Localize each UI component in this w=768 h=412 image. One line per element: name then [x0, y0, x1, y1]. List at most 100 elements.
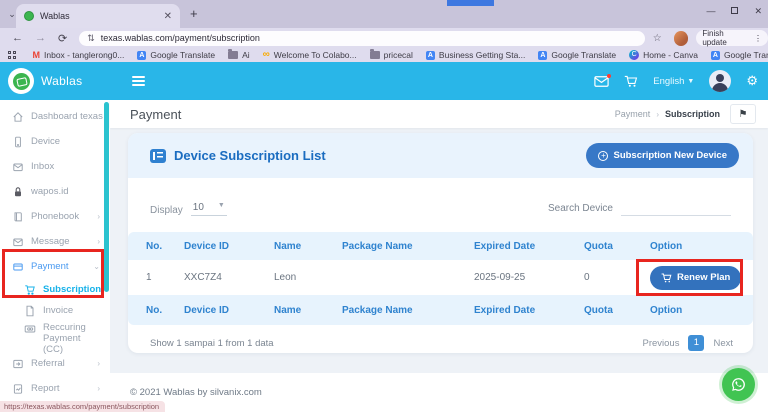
app-header: Wablas English▼ ⚙ — [0, 62, 768, 100]
mobile-icon — [12, 136, 24, 148]
translate-icon: A — [137, 51, 146, 60]
finish-update-label: Finish update — [702, 29, 749, 47]
main-content: Payment Payment › Subscription ⚑ Device … — [110, 100, 768, 412]
search-label: Search Device — [548, 203, 613, 216]
report-icon — [12, 383, 24, 395]
wablas-logo-icon — [8, 68, 34, 94]
chevron-right-icon: › — [97, 212, 100, 221]
annotation-box-renew-button — [636, 259, 743, 296]
envelope-icon — [12, 236, 24, 248]
lock-icon — [12, 186, 24, 198]
header-actions: English▼ ⚙ — [594, 70, 768, 92]
translate-icon: A — [538, 51, 547, 60]
breadcrumb-payment[interactable]: Payment — [615, 109, 651, 119]
gear-icon[interactable]: ⚙ — [746, 73, 758, 89]
display-label: Display — [150, 205, 183, 216]
reload-icon[interactable]: ⟳ — [58, 32, 67, 45]
subscription-new-device-button[interactable]: + Subscription New Device — [586, 143, 739, 168]
brand[interactable]: Wablas — [0, 68, 110, 94]
table-footer-row: No. Device ID Name Package Name Expired … — [128, 295, 753, 325]
browser-profile-avatar[interactable] — [674, 31, 689, 46]
sidebar-item-invoice[interactable]: Invoice — [0, 300, 110, 321]
chevron-down-icon: ▼ — [218, 202, 225, 213]
pagination: Previous 1 Next — [642, 335, 733, 351]
chevron-right-icon: › — [97, 359, 100, 368]
list-icon — [150, 149, 166, 163]
folder-icon — [228, 51, 238, 59]
referral-icon — [12, 358, 24, 370]
status-bar: https://texas.wablas.com/payment/subscri… — [0, 401, 165, 412]
sidebar-item-report[interactable]: Report › — [0, 376, 110, 401]
wablas-favicon-icon — [24, 11, 34, 21]
site-info-icon[interactable]: ⇅ — [87, 33, 95, 44]
breadcrumb-separator: › — [656, 110, 659, 119]
apps-grid-icon[interactable] — [8, 51, 16, 59]
envelope-icon — [12, 161, 24, 173]
screen: ⌄ Wablas ✕ + — ✕ ← → ⟳ ⇅ texas.wablas.co… — [0, 0, 768, 412]
bookmark-item[interactable]: AGoogle Translate — [538, 50, 616, 60]
bookmark-star-icon[interactable]: ☆ — [653, 33, 662, 44]
card-title: Device Subscription List — [174, 148, 326, 163]
url-text: texas.wablas.com/payment/subscription — [101, 33, 260, 43]
display-select[interactable]: 10 ▼ — [191, 202, 227, 216]
pagination-previous[interactable]: Previous — [642, 338, 679, 349]
window-controls: — ✕ — [706, 2, 762, 20]
sidebar-item-inbox[interactable]: Inbox — [0, 154, 110, 179]
sidebar-toggle-icon[interactable] — [132, 76, 145, 86]
new-tab-button[interactable]: + — [190, 6, 198, 21]
card-header: Device Subscription List + Subscription … — [128, 133, 753, 178]
cart-icon[interactable] — [624, 75, 638, 88]
sidebar-item-reccuring-payment[interactable]: Reccuring Payment (CC) — [0, 321, 110, 351]
browser-toolbar: ← → ⟳ ⇅ texas.wablas.com/payment/subscri… — [0, 28, 768, 48]
user-avatar[interactable] — [709, 70, 731, 92]
bookmark-item[interactable]: pricecal — [370, 50, 413, 60]
table-summary: Show 1 sampai 1 from 1 data — [150, 338, 274, 349]
canva-icon: C — [629, 50, 639, 60]
browser-tab[interactable]: Wablas ✕ — [16, 4, 180, 28]
sidebar-item-dashboard[interactable]: Dashboard texas — [0, 104, 110, 129]
colab-icon: ∞ — [263, 50, 270, 60]
sidebar-item-device[interactable]: Device — [0, 129, 110, 154]
subscription-card: Device Subscription List + Subscription … — [128, 133, 753, 353]
close-button[interactable]: ✕ — [754, 6, 762, 17]
browser-menu-icon[interactable]: ⋮ — [754, 34, 762, 43]
bookmark-item[interactable]: CHome - Canva — [629, 50, 698, 60]
bookmark-item[interactable]: AGoogle Translate — [711, 50, 768, 60]
translate-icon: A — [426, 51, 435, 60]
pagination-page-1[interactable]: 1 — [688, 335, 704, 351]
footer-text: © 2021 Wablas by silvanix.com — [130, 387, 262, 398]
sidebar-scrollbar[interactable] — [104, 102, 109, 292]
credit-card-icon — [24, 323, 36, 335]
forward-icon[interactable]: → — [35, 32, 46, 44]
status-url: https://texas.wablas.com/payment/subscri… — [4, 402, 159, 411]
gmail-icon: M — [33, 51, 41, 60]
bookmarks-bar: MInbox - tanglerong0... AGoogle Translat… — [0, 48, 768, 62]
sidebar-item-wapos[interactable]: wapos.id — [0, 179, 110, 204]
flag-button[interactable]: ⚑ — [730, 104, 756, 124]
minimize-button[interactable]: — — [706, 6, 715, 16]
address-bar[interactable]: ⇅ texas.wablas.com/payment/subscription — [79, 31, 644, 46]
maximize-button[interactable] — [731, 6, 738, 16]
annotation-box-payment-menu — [2, 249, 104, 298]
device-id-cell: XXC7Z4 — [184, 272, 274, 283]
bookmark-item[interactable]: ∞Welcome To Colabo... — [263, 50, 357, 60]
bookmark-item[interactable]: ABusiness Getting Sta... — [426, 50, 525, 60]
bookmark-item[interactable]: MInbox - tanglerong0... — [33, 50, 125, 60]
pagination-next[interactable]: Next — [713, 338, 733, 349]
page-topbar: Payment Payment › Subscription ⚑ — [110, 100, 768, 128]
whatsapp-icon — [730, 376, 747, 393]
sidebar-item-phonebook[interactable]: Phonebook › — [0, 204, 110, 229]
mail-icon[interactable] — [594, 76, 609, 87]
back-icon[interactable]: ← — [12, 32, 23, 44]
breadcrumb: Payment › Subscription — [615, 109, 720, 119]
chevron-down-icon: ▼ — [687, 78, 694, 85]
tab-close-icon[interactable]: ✕ — [164, 11, 172, 22]
browser-tab-strip: ⌄ Wablas ✕ + — ✕ — [0, 0, 768, 28]
finish-update-button[interactable]: Finish update ⋮ — [696, 30, 768, 46]
bookmark-item[interactable]: Ai — [228, 50, 250, 60]
whatsapp-button[interactable] — [722, 368, 755, 401]
search-device-input[interactable] — [621, 202, 731, 216]
table-header-row: No. Device ID Name Package Name Expired … — [128, 232, 753, 260]
bookmark-item[interactable]: AGoogle Translate — [137, 50, 215, 60]
language-select[interactable]: English▼ — [653, 76, 694, 87]
